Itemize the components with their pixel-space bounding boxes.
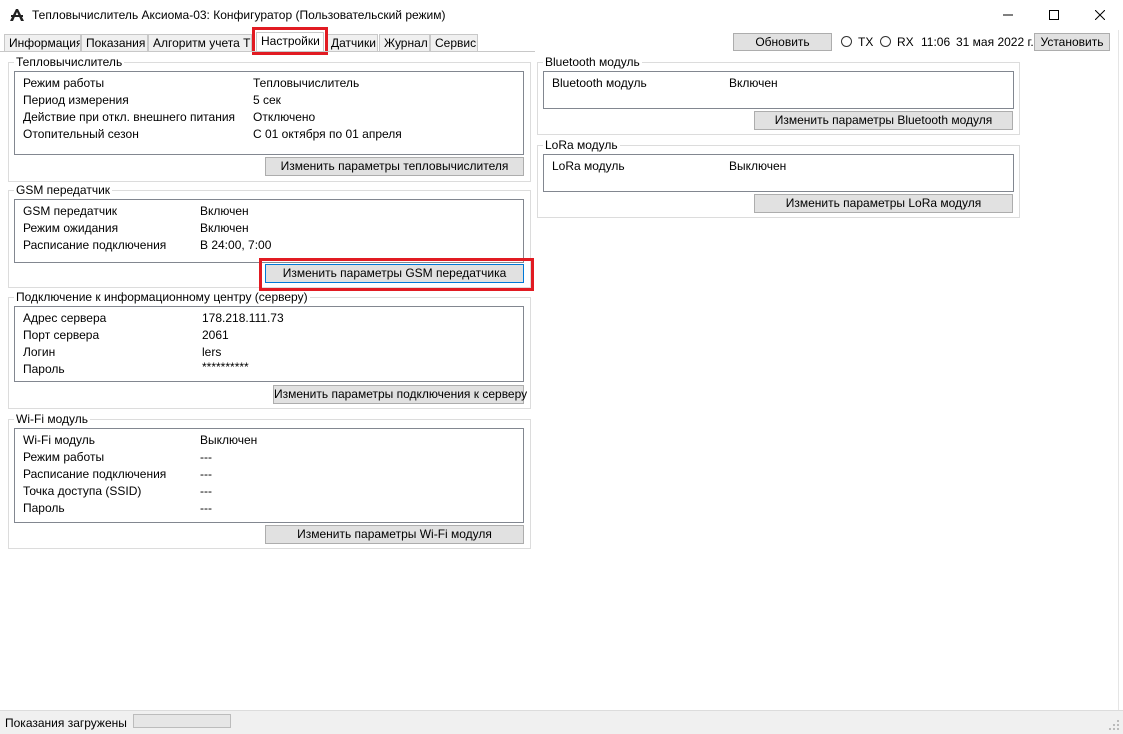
window-right-border bbox=[1118, 30, 1119, 710]
close-button[interactable] bbox=[1077, 0, 1123, 30]
heat-value-period: 5 сек bbox=[253, 93, 281, 107]
status-text: Показания загружены bbox=[5, 716, 127, 730]
maximize-icon bbox=[1049, 10, 1059, 20]
heat-value-season: С 01 октября по 01 апреля bbox=[253, 127, 402, 141]
change-wifi-params-button[interactable]: Изменить параметры Wi-Fi модуля bbox=[265, 525, 524, 544]
gsm-label-schedule: Расписание подключения bbox=[23, 238, 167, 252]
tx-indicator bbox=[841, 36, 852, 47]
gsm-title: GSM передатчик bbox=[14, 183, 113, 197]
change-lora-params-button[interactable]: Изменить параметры LoRa модуля bbox=[754, 194, 1013, 213]
server-label-address: Адрес сервера bbox=[23, 311, 107, 325]
wifi-value-module: Выключен bbox=[200, 433, 258, 447]
wifi-value-mode: --- bbox=[200, 450, 212, 464]
server-label-port: Порт сервера bbox=[23, 328, 100, 342]
heat-label-period: Период измерения bbox=[23, 93, 129, 107]
bluetooth-label-module: Bluetooth модуль bbox=[552, 76, 647, 90]
server-title: Подключение к информационному центру (се… bbox=[14, 290, 310, 304]
heat-label-mode: Режим работы bbox=[23, 76, 105, 90]
gsm-label-transmitter: GSM передатчик bbox=[23, 204, 118, 218]
change-server-params-button[interactable]: Изменить параметры подключения к серверу bbox=[273, 385, 527, 404]
minimize-button[interactable] bbox=[985, 0, 1031, 30]
heat-label-season: Отопительный сезон bbox=[23, 127, 139, 141]
maximize-button[interactable] bbox=[1031, 0, 1077, 30]
status-bar: Показания загружены bbox=[0, 710, 1123, 734]
lora-value-module: Выключен bbox=[729, 159, 787, 173]
rx-indicator bbox=[880, 36, 891, 47]
title-bar: Тепловычислитель Аксиома-03: Конфигурато… bbox=[0, 0, 1123, 30]
change-gsm-params-button[interactable]: Изменить параметры GSM передатчика bbox=[265, 264, 524, 283]
bluetooth-title: Bluetooth модуль bbox=[543, 55, 642, 69]
lora-label-module: LoRa модуль bbox=[552, 159, 625, 173]
heat-label-power-off: Действие при откл. внешнего питания bbox=[23, 110, 236, 124]
wifi-label-password: Пароль bbox=[23, 501, 65, 515]
axioma-logo-icon bbox=[9, 7, 25, 23]
lora-title: LoRa модуль bbox=[543, 138, 620, 152]
tab-strip-divider bbox=[0, 51, 535, 52]
heat-value-power-off: Отключено bbox=[253, 110, 316, 124]
resize-grip-icon[interactable] bbox=[1108, 719, 1120, 731]
wifi-label-mode: Режим работы bbox=[23, 450, 105, 464]
server-value-login: lers bbox=[202, 345, 222, 359]
gsm-label-standby: Режим ожидания bbox=[23, 221, 119, 235]
wifi-label-ssid: Точка доступа (SSID) bbox=[23, 484, 142, 498]
wifi-title: Wi-Fi модуль bbox=[14, 412, 90, 426]
tab-settings[interactable]: Настройки bbox=[256, 32, 324, 52]
change-heat-params-button[interactable]: Изменить параметры тепловычислителя bbox=[265, 157, 524, 176]
heat-calculator-title: Тепловычислитель bbox=[14, 55, 125, 69]
tab-readings[interactable]: Показания bbox=[81, 34, 148, 52]
wifi-label-schedule: Расписание подключения bbox=[23, 467, 167, 481]
tx-label: TX bbox=[858, 35, 874, 49]
set-time-button[interactable]: Установить bbox=[1034, 33, 1110, 51]
tab-journal[interactable]: Журнал bbox=[379, 34, 430, 52]
gsm-value-schedule: В 24:00, 7:00 bbox=[200, 238, 272, 252]
device-date: 31 мая 2022 г. bbox=[956, 35, 1034, 49]
window-title: Тепловычислитель Аксиома-03: Конфигурато… bbox=[32, 8, 446, 22]
server-label-password: Пароль bbox=[23, 362, 65, 376]
change-bluetooth-params-button[interactable]: Изменить параметры Bluetooth модуля bbox=[754, 111, 1013, 130]
tab-algorithm[interactable]: Алгоритм учета ТЭ bbox=[148, 34, 252, 52]
tab-info[interactable]: Информация bbox=[4, 34, 81, 52]
tab-sensors[interactable]: Датчики bbox=[326, 34, 378, 52]
server-label-login: Логин bbox=[23, 345, 56, 359]
status-progress-bar bbox=[133, 714, 231, 728]
gsm-value-transmitter: Включен bbox=[200, 204, 249, 218]
wifi-label-module: Wi-Fi модуль bbox=[23, 433, 95, 447]
tab-service[interactable]: Сервис bbox=[430, 34, 478, 52]
server-value-password: ********** bbox=[202, 360, 249, 374]
server-value-address: 178.218.111.73 bbox=[202, 311, 284, 325]
heat-value-mode: Тепловычислитель bbox=[253, 76, 360, 90]
rx-label: RX bbox=[897, 35, 914, 49]
close-icon bbox=[1095, 10, 1105, 20]
wifi-value-ssid: --- bbox=[200, 484, 212, 498]
server-value-port: 2061 bbox=[202, 328, 229, 342]
device-time: 11:06 bbox=[921, 35, 951, 49]
bluetooth-value-module: Включен bbox=[729, 76, 778, 90]
refresh-button[interactable]: Обновить bbox=[733, 33, 832, 51]
wifi-value-schedule: --- bbox=[200, 467, 212, 481]
wifi-value-password: --- bbox=[200, 501, 212, 515]
minimize-icon bbox=[1003, 14, 1013, 16]
gsm-value-standby: Включен bbox=[200, 221, 249, 235]
